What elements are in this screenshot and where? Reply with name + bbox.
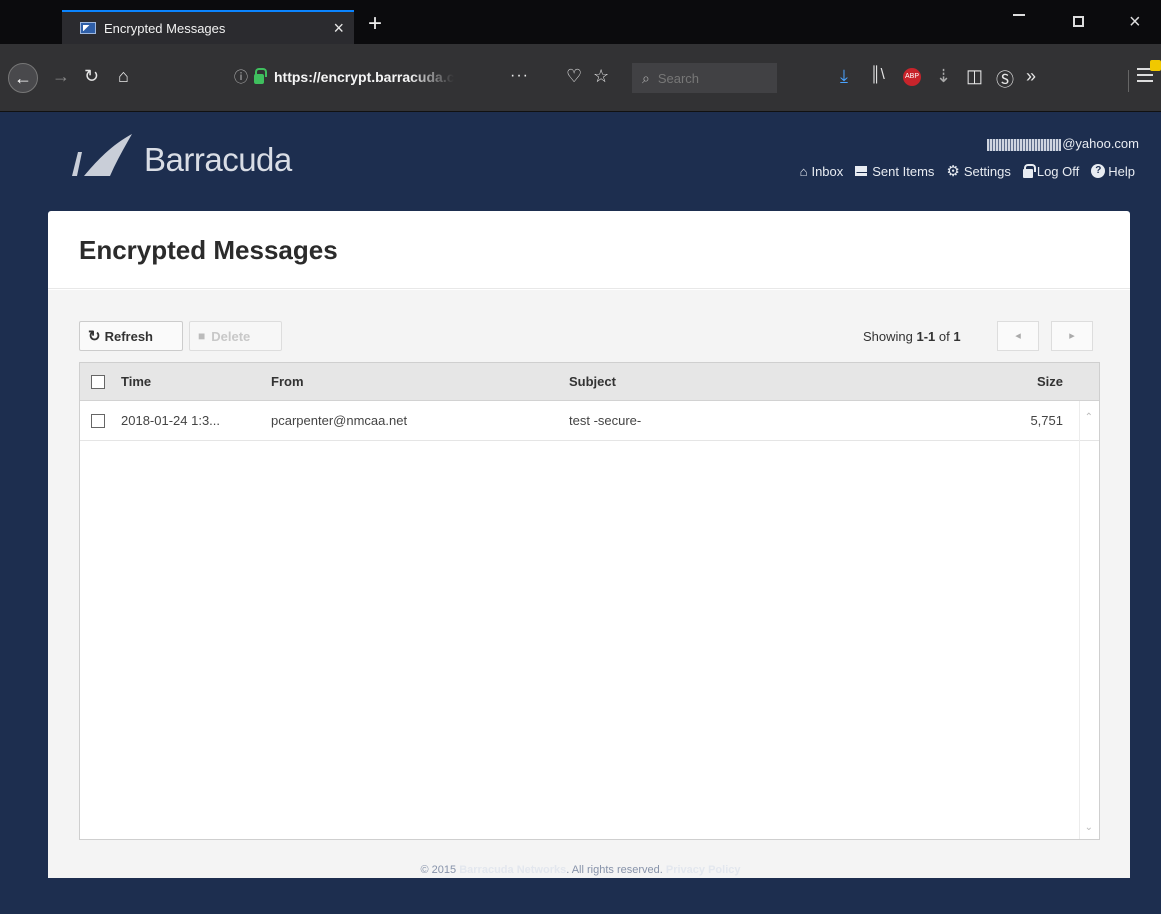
gear-icon: ⚙ (946, 163, 960, 180)
select-all-checkbox[interactable] (91, 374, 105, 389)
maximize-window-button[interactable] (1073, 16, 1084, 27)
barracuda-logo-icon (72, 134, 132, 176)
scroll-up-icon[interactable]: ⌃ (1085, 412, 1093, 423)
close-tab-icon[interactable]: × (333, 19, 344, 37)
search-input[interactable]: ⌕ Search (632, 63, 777, 93)
update-badge (1150, 60, 1161, 71)
privacy-policy-link[interactable]: Privacy Policy (666, 864, 741, 876)
refresh-button[interactable]: ↻ Refresh (79, 321, 183, 351)
page-actions-icon[interactable]: ··· (510, 67, 529, 85)
top-navigation: ⌂ Inbox Sent Items ⚙ Settings Log Off ? … (788, 162, 1135, 180)
pagination-summary: Showing 1-1 of 1 (863, 329, 961, 344)
cell-from: pcarpenter@nmcaa.net (271, 413, 408, 428)
browser-titlebar: Encrypted Messages × + × (0, 0, 1161, 44)
info-icon[interactable]: ⓘ (234, 67, 248, 87)
column-header-size[interactable]: Size (959, 374, 1063, 389)
pocket-icon[interactable]: ♡ (566, 66, 582, 87)
minimize-window-button[interactable] (1013, 14, 1025, 16)
column-header-time[interactable]: Time (121, 374, 271, 389)
new-tab-button[interactable]: + (368, 12, 382, 36)
downloads-icon[interactable]: ⤓ (840, 66, 848, 87)
barracuda-favicon-icon (80, 22, 96, 34)
nav-sent-items[interactable]: Sent Items (855, 164, 934, 179)
page-title: Encrypted Messages (79, 235, 338, 265)
nav-help[interactable]: ? Help (1091, 164, 1135, 179)
column-header-subject[interactable]: Subject (569, 374, 959, 389)
panel-header: Encrypted Messages (48, 211, 1130, 289)
messages-panel: Encrypted Messages ↻ Refresh ■ Delete Sh… (48, 211, 1130, 878)
search-placeholder: Search (657, 70, 700, 86)
browser-navbar: ← → ↻ ⌂ ⓘ https://encrypt.barracuda.com … (0, 44, 1161, 112)
barracuda-logo[interactable]: Barracuda (70, 132, 292, 178)
help-icon: ? (1091, 164, 1106, 178)
cell-size: 5,751 (1030, 413, 1063, 428)
forward-icon[interactable]: → (52, 66, 70, 87)
url-text[interactable]: https://encrypt.barracuda.com (274, 69, 454, 85)
trash-icon: ■ (198, 329, 206, 343)
url-bar[interactable]: ⓘ https://encrypt.barracuda.com (220, 60, 620, 94)
home-icon[interactable]: ⌂ (118, 66, 129, 87)
reload-icon[interactable]: ↻ (84, 66, 99, 87)
scroll-down-icon[interactable]: ⌄ (1085, 822, 1093, 833)
download-helper-icon[interactable]: ⇣ (936, 66, 951, 87)
home-icon: ⌂ (799, 163, 808, 179)
back-button[interactable]: ← (8, 63, 38, 93)
row-checkbox[interactable] (91, 413, 105, 428)
close-window-button[interactable]: × (1129, 11, 1141, 34)
previous-page-button[interactable]: ◂ (997, 321, 1039, 351)
nav-settings[interactable]: ⚙ Settings (946, 162, 1010, 180)
redacted-email-mask (987, 138, 1062, 151)
toolbar-separator (1128, 70, 1129, 92)
nav-log-off[interactable]: Log Off (1022, 163, 1079, 179)
overflow-menu-icon[interactable]: » (1026, 66, 1036, 87)
page-footer: © 2015 Barracuda Networks. All rights re… (420, 864, 741, 876)
bookmark-star-icon[interactable]: ☆ (593, 66, 609, 87)
delete-button[interactable]: ■ Delete (189, 321, 282, 351)
user-email: @yahoo.com (987, 136, 1139, 151)
library-icon[interactable]: ║\ (870, 66, 885, 83)
table-scrollbar[interactable] (1079, 401, 1099, 839)
next-page-button[interactable]: ▸ (1051, 321, 1093, 351)
column-header-from[interactable]: From (271, 374, 569, 389)
browser-tab[interactable]: Encrypted Messages × (62, 10, 354, 44)
refresh-icon: ↻ (88, 328, 101, 345)
logo-text: Barracuda (144, 141, 292, 178)
secure-lock-icon (254, 67, 267, 84)
cell-time: 2018-01-24 1:3... (121, 413, 221, 428)
table-row[interactable]: 2018-01-24 1:3... pcarpenter@nmcaa.net t… (80, 401, 1099, 441)
table-header: Time From Subject Size (80, 363, 1099, 401)
search-icon: ⌕ (642, 69, 650, 86)
sync-icon[interactable]: Ⓢ (996, 66, 1014, 92)
panel-body: ↻ Refresh ■ Delete Showing 1-1 of 1 ◂ ▸ … (48, 290, 1130, 878)
adblock-icon[interactable]: ABP (903, 68, 921, 86)
cell-subject: test -secure- (569, 413, 642, 428)
lock-icon (1022, 163, 1036, 178)
tab-title: Encrypted Messages (104, 20, 226, 36)
sidebar-icon[interactable]: ◫ (966, 66, 983, 87)
nav-inbox[interactable]: ⌂ Inbox (800, 164, 844, 179)
page-content: Barracuda @yahoo.com ⌂ Inbox Sent Items … (0, 112, 1161, 914)
messages-table: Time From Subject Size 2018-01-24 1:3...… (79, 362, 1100, 840)
envelope-icon (855, 166, 868, 176)
